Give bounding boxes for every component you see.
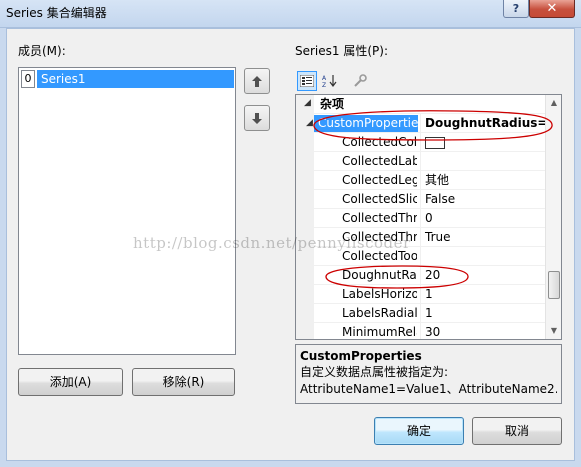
property-pages-icon [354,74,367,87]
move-down-button[interactable] [244,105,270,131]
property-name: CollectedColc [342,135,417,149]
window-title: Series 集合编辑器 [6,6,107,20]
property-value[interactable]: 20 [420,266,545,285]
collapse-icon[interactable]: ◢ [306,118,313,128]
alphabetical-button[interactable]: A Z [320,71,340,91]
scroll-up-icon[interactable]: ▲ [546,95,561,111]
watermark: http://blog.csdn.net/pennyliscoder [133,234,411,252]
move-up-button[interactable] [244,68,270,94]
list-item-name[interactable]: Series1 [37,70,234,88]
property-value[interactable]: False [420,190,545,209]
ok-button[interactable]: 确定 [374,417,464,445]
property-value[interactable] [420,152,545,171]
property-row[interactable]: DoughnutRad 20 [296,266,545,285]
property-name: DoughnutRad [342,268,417,282]
property-value[interactable]: True [420,228,545,247]
arrow-down-icon [252,112,262,124]
property-name: CustomPropertie [314,115,418,132]
arrow-up-icon [252,75,262,87]
title-bar: Series 集合编辑器 ? ✕ [0,0,581,28]
property-name: CollectedLege [342,173,417,187]
property-row[interactable]: ◢ CustomPropertie DoughnutRadius=2 [296,114,545,133]
category-label: 杂项 [320,97,345,111]
property-name: CollectedLabe [342,154,417,168]
color-swatch [425,136,445,149]
scroll-thumb[interactable] [548,271,560,299]
property-value[interactable]: 其他 [420,171,545,190]
description-line-1: 自定义数据点属性被指定为: [300,365,449,379]
property-grid[interactable]: ◢ 杂项 ◢ CustomPropertie DoughnutRadius=2 … [295,94,562,340]
property-name: CollectedSlice [342,192,417,206]
collapse-icon[interactable]: ◢ [304,98,311,108]
scroll-down-icon[interactable]: ▼ [546,323,561,339]
category-row[interactable]: ◢ 杂项 [296,95,545,114]
members-list[interactable]: 0 Series1 [18,67,236,355]
svg-text:A: A [322,75,327,82]
property-value[interactable]: DoughnutRadius=2 [420,114,545,133]
property-name: LabelsHorizo [342,287,417,301]
members-label: 成员(M): [18,44,66,58]
close-button[interactable]: ✕ [529,0,575,18]
svg-text:Z: Z [322,82,326,88]
property-value[interactable] [420,133,545,152]
property-row[interactable]: CollectedColc [296,133,545,152]
add-button[interactable]: 添加(A) [18,368,123,396]
list-item-index: 0 [21,70,35,88]
property-value[interactable]: 1 [420,304,545,323]
property-row[interactable]: LabelsHorizo 1 [296,285,545,304]
property-name: MinimumRela [342,325,417,339]
alphabetical-icon: A Z [322,75,337,88]
description-title: CustomProperties [300,349,422,363]
description-line-2: AttributeName1=Value1、AttributeName2... [300,382,557,396]
property-row[interactable]: CollectedSlice False [296,190,545,209]
property-row[interactable]: CollectedThre 0 [296,209,545,228]
description-panel: CustomProperties 自定义数据点属性被指定为: Attribute… [295,344,562,404]
cancel-button[interactable]: 取消 [472,417,562,445]
remove-button[interactable]: 移除(R) [132,368,235,396]
property-name: CollectedThre [342,211,417,225]
categorized-button[interactable] [297,71,317,91]
list-item[interactable]: 0 Series1 [21,70,234,88]
property-value[interactable]: 30 [420,323,545,339]
property-row[interactable]: CollectedLabe [296,152,545,171]
property-value[interactable] [420,247,545,266]
properties-label: Series1 属性(P): [295,44,388,58]
property-row[interactable]: LabelsRadialL 1 [296,304,545,323]
property-row[interactable]: CollectedLege 其他 [296,171,545,190]
property-row[interactable]: MinimumRela 30 [296,323,545,339]
categorized-icon [300,75,314,87]
property-value[interactable]: 0 [420,209,545,228]
property-value[interactable]: 1 [420,285,545,304]
vertical-scrollbar[interactable]: ▲ ▼ [545,95,561,339]
help-button[interactable]: ? [503,0,529,18]
property-name: LabelsRadialL [342,306,417,320]
property-pages-button[interactable] [350,71,370,91]
